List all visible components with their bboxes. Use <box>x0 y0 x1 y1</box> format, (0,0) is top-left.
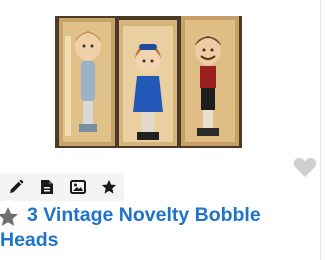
listing-photo[interactable] <box>55 16 242 148</box>
watch-button[interactable] <box>99 177 119 197</box>
favorite-heart-icon[interactable] <box>293 156 317 178</box>
edit-button[interactable] <box>6 177 26 197</box>
pencil-icon <box>10 179 24 193</box>
photos-button[interactable] <box>68 177 88 197</box>
listing-title-link[interactable]: 3 Vintage Novelty Bobble Heads <box>0 203 297 253</box>
image-icon <box>70 180 86 194</box>
document-icon <box>41 180 53 194</box>
listing-title-line2: Heads <box>0 229 59 251</box>
star-icon <box>101 179 117 194</box>
listing-title-block: 3 Vintage Novelty Bobble Heads <box>0 203 297 253</box>
listing-toolbar <box>0 173 124 201</box>
bobble-heads-image <box>55 16 242 148</box>
star-icon[interactable] <box>0 206 19 228</box>
details-button[interactable] <box>37 177 57 197</box>
listing-title-line1: 3 Vintage Novelty Bobble <box>27 204 261 226</box>
